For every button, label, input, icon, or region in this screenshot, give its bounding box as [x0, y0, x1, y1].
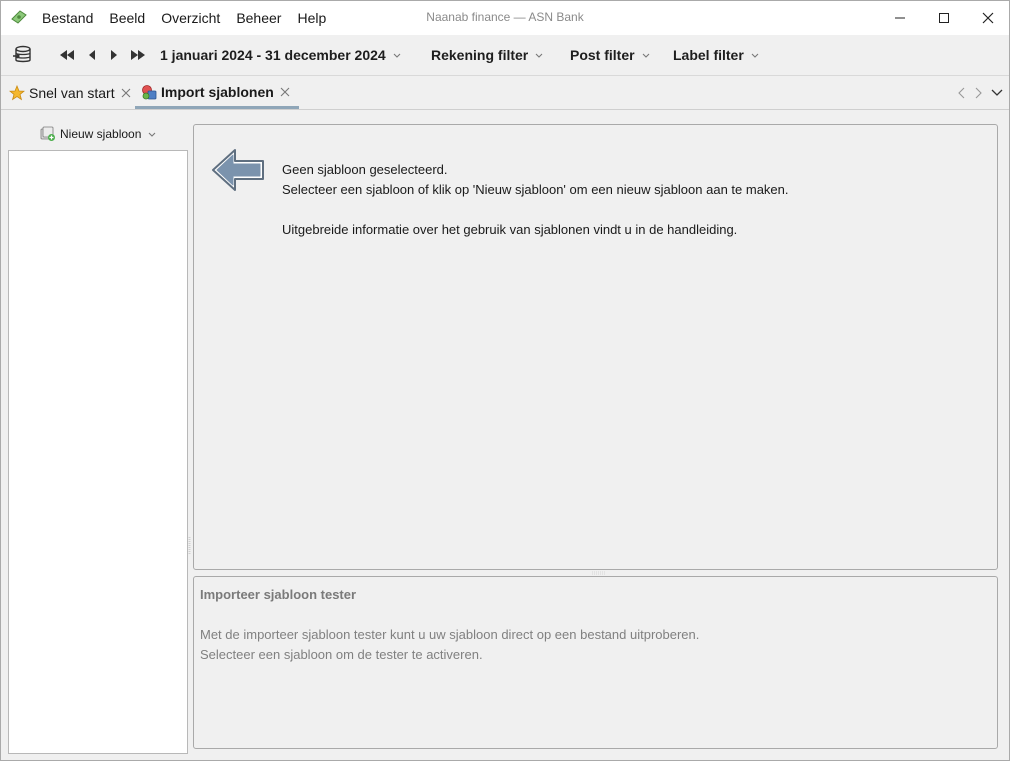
last-period-button[interactable] — [129, 47, 147, 63]
import-templates-icon — [142, 84, 157, 99]
label-filter-label: Label filter — [673, 47, 744, 63]
account-filter-label: Rekening filter — [431, 47, 529, 63]
tab-label: Import sjablonen — [161, 83, 274, 100]
info-line-3: Uitgebreide informatie over het gebruik … — [282, 222, 738, 237]
chevron-down-icon — [751, 53, 759, 58]
menu-beheer[interactable]: Beheer — [228, 10, 289, 26]
double-arrow-left-icon — [60, 50, 74, 60]
info-line-2: Selecteer een sjabloon of klik op 'Nieuw… — [282, 182, 789, 197]
chevron-down-icon[interactable] — [991, 88, 1003, 98]
tab-bar: Snel van start Import sjablonen — [1, 77, 1009, 110]
tab-import-sjablonen[interactable]: Import sjablonen — [135, 77, 299, 109]
menu-beeld[interactable]: Beeld — [101, 10, 153, 26]
title-bar: Bestand Beeld Overzicht Beheer Help Naan… — [1, 1, 1009, 35]
menu-help[interactable]: Help — [289, 10, 334, 26]
double-arrow-right-icon — [131, 50, 145, 60]
menu-bar: Bestand Beeld Overzicht Beheer Help — [34, 1, 334, 35]
minimize-button[interactable] — [877, 1, 923, 35]
chevron-down-icon — [149, 132, 156, 137]
previous-period-button[interactable] — [83, 47, 101, 63]
next-period-button[interactable] — [105, 47, 123, 63]
maximize-button[interactable] — [921, 1, 967, 35]
post-filter-dropdown[interactable]: Post filter — [570, 45, 650, 65]
date-range-label: 1 januari 2024 - 31 december 2024 — [160, 47, 386, 63]
money-bill-icon — [11, 10, 27, 24]
info-message: Geen sjabloon geselecteerd. Selecteer ee… — [282, 160, 789, 240]
chevron-right-icon[interactable] — [973, 87, 983, 99]
arrow-right-icon — [111, 50, 117, 60]
chevron-down-icon — [642, 53, 649, 58]
tab-snel-van-start[interactable]: Snel van start — [3, 77, 133, 109]
tester-description: Met de importeer sjabloon tester kunt u … — [200, 625, 699, 665]
star-icon — [9, 85, 25, 101]
template-info-panel: Geen sjabloon geselecteerd. Selecteer ee… — [193, 124, 998, 570]
chevron-down-icon — [393, 53, 401, 58]
arrow-left-icon — [212, 149, 264, 191]
new-template-label: Nieuw sjabloon — [60, 127, 142, 141]
minimize-icon — [895, 17, 905, 19]
application-window: Bestand Beeld Overzicht Beheer Help Naan… — [0, 0, 1010, 761]
close-window-button[interactable] — [965, 1, 1010, 35]
close-tab-icon[interactable] — [280, 87, 290, 97]
chevron-down-icon — [535, 53, 543, 58]
new-template-icon — [40, 126, 55, 141]
tester-line-2: Selecteer een sjabloon om de tester te a… — [200, 647, 483, 662]
toolbar: 1 januari 2024 - 31 december 2024 Rekeni… — [1, 35, 1009, 76]
database-icon[interactable] — [12, 44, 34, 66]
close-tab-icon[interactable] — [121, 88, 131, 98]
chevron-left-icon[interactable] — [957, 87, 967, 99]
arrow-left-icon — [89, 50, 95, 60]
menu-bestand[interactable]: Bestand — [34, 10, 101, 26]
close-icon — [982, 12, 994, 24]
horizontal-splitter-handle[interactable] — [591, 571, 607, 575]
new-template-button[interactable]: Nieuw sjabloon — [39, 125, 156, 143]
vertical-splitter-handle[interactable] — [188, 536, 191, 556]
first-period-button[interactable] — [58, 47, 76, 63]
post-filter-label: Post filter — [570, 47, 635, 63]
maximize-icon — [939, 13, 949, 23]
tester-line-1: Met de importeer sjabloon tester kunt u … — [200, 627, 700, 642]
tab-label: Snel van start — [29, 85, 115, 101]
account-filter-dropdown[interactable]: Rekening filter — [431, 45, 543, 65]
template-tester-panel: Importeer sjabloon tester Met de importe… — [193, 576, 998, 749]
label-filter-dropdown[interactable]: Label filter — [673, 45, 759, 65]
info-line-1: Geen sjabloon geselecteerd. — [282, 162, 448, 177]
template-sidebar: Nieuw sjabloon — [1, 111, 191, 761]
tester-title: Importeer sjabloon tester — [200, 587, 357, 602]
template-list[interactable] — [8, 150, 188, 754]
date-range-dropdown[interactable]: 1 januari 2024 - 31 december 2024 — [160, 45, 401, 65]
menu-overzicht[interactable]: Overzicht — [153, 10, 228, 26]
